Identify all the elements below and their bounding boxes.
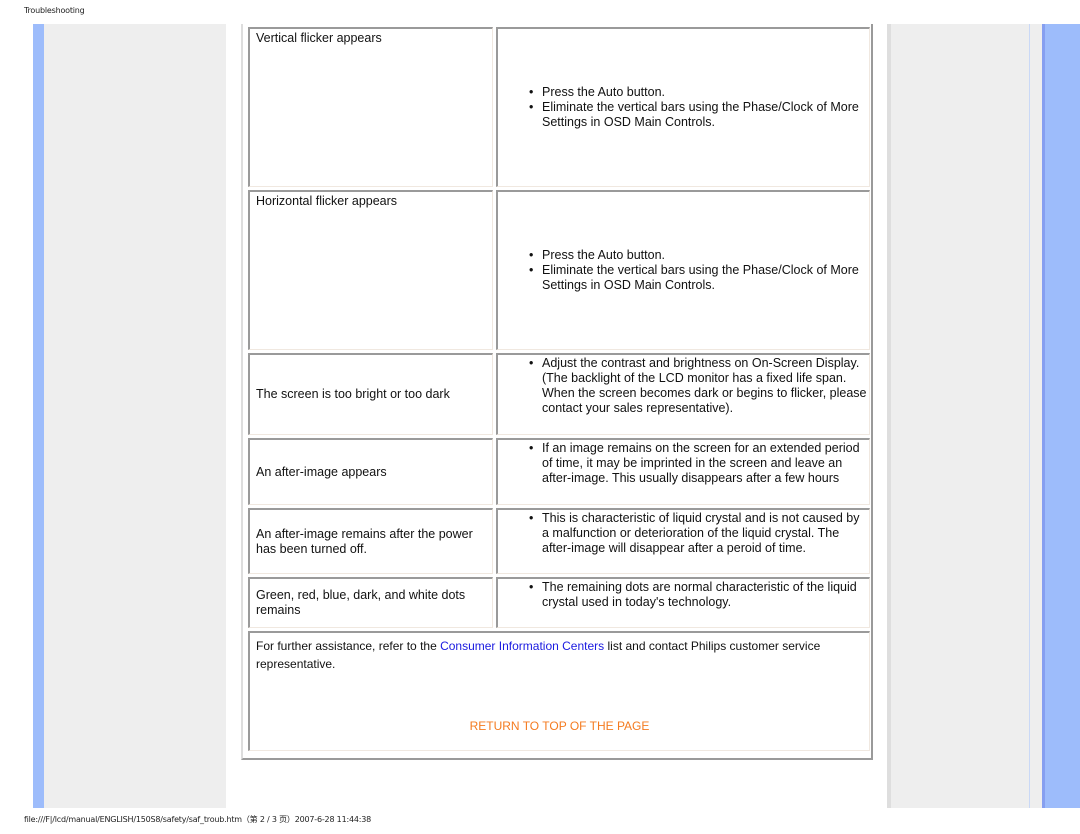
right-divider	[1029, 24, 1030, 808]
solution-cell: • The remaining dots are normal character…	[496, 577, 870, 628]
assistance-prefix: For further assistance, refer to the	[256, 639, 441, 653]
solution-item: • If an image remains on the screen for a…	[529, 441, 860, 485]
problem-cell: Vertical flicker appears	[248, 27, 493, 187]
solution-item: • Eliminate the vertical bars using the P…	[529, 100, 859, 129]
right-blue-bar	[1042, 24, 1080, 808]
solution-list: • The remaining dots are normal character…	[498, 580, 869, 610]
solution-item: • Adjust the contrast and brightness on O…	[529, 356, 867, 415]
solution-list: • This is characteristic of liquid crysta…	[498, 511, 869, 556]
solution-item: • This is characteristic of liquid crysta…	[529, 511, 860, 555]
problem-text: The screen is too bright or too dark	[256, 387, 450, 401]
solution-item: • Press the Auto button.	[529, 85, 665, 99]
problem-text: An after-image appears	[256, 464, 387, 479]
solution-item: • The remaining dots are normal character…	[529, 580, 857, 609]
page-header-title: Troubleshooting	[24, 6, 85, 15]
assistance-cell: For further assistance, refer to the Con…	[248, 631, 870, 751]
solution-cell: • Press the Auto button. • Eliminate the v…	[496, 190, 870, 350]
solution-list: • Press the Auto button. • Eliminate the v…	[498, 248, 869, 293]
solution-item: • Eliminate the vertical bars using the P…	[529, 263, 859, 292]
problem-cell: An after-image remains after the power h…	[248, 508, 493, 574]
consumer-info-centers-link[interactable]: Consumer Information Centers	[440, 639, 604, 653]
return-to-top-link[interactable]: RETURN TO TOP OF THE PAGE	[250, 717, 869, 735]
problem-text: Vertical flicker appears	[256, 31, 382, 45]
right-gray-panel	[887, 24, 1044, 808]
solution-list: • If an image remains on the screen for a…	[498, 441, 869, 486]
problem-text: Green, red, blue, dark, and white dots r…	[256, 588, 466, 617]
solution-cell: • Press the Auto button. • Eliminate the v…	[496, 27, 870, 187]
solution-list: • Press the Auto button. • Eliminate the v…	[498, 85, 869, 130]
solution-item: • Press the Auto button.	[529, 248, 665, 262]
problem-cell: An after-image appears	[248, 438, 493, 505]
problem-cell: Horizontal flicker appears	[248, 190, 493, 350]
page-footer-path: file:///F|/lcd/manual/ENGLISH/150S8/safe…	[24, 815, 372, 824]
left-gray-panel	[44, 24, 226, 808]
solution-cell: • Adjust the contrast and brightness on O…	[496, 353, 870, 435]
solution-list: • Adjust the contrast and brightness on O…	[498, 356, 869, 416]
solution-cell: • If an image remains on the screen for a…	[496, 438, 870, 505]
problem-text: An after-image remains after the power h…	[256, 526, 473, 556]
problem-text: Horizontal flicker appears	[256, 194, 398, 208]
problem-cell: Green, red, blue, dark, and white dots r…	[248, 577, 493, 628]
left-blue-bar	[33, 24, 44, 808]
problem-cell: The screen is too bright or too dark	[248, 353, 493, 435]
solution-cell: • This is characteristic of liquid crysta…	[496, 508, 870, 574]
troubleshooting-table: Vertical flicker appears • Press the Auto…	[241, 24, 873, 760]
